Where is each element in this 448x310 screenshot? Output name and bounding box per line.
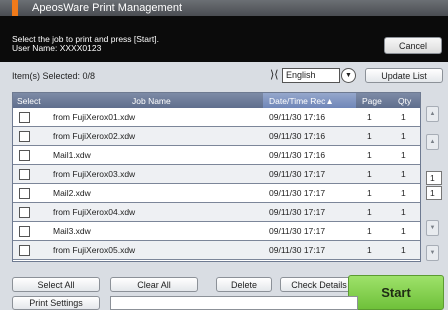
job-qty: 1 — [401, 112, 406, 122]
job-table: Select Job Name Date/Time Rec▲ Page Qty … — [12, 92, 421, 262]
job-name: from FujiXerox05.xdw — [53, 245, 136, 255]
select-all-button[interactable]: Select All — [12, 277, 100, 292]
job-qty: 1 — [401, 188, 406, 198]
language-select[interactable]: English — [282, 68, 340, 83]
items-selected-count: Item(s) Selected: 0/8 — [12, 71, 96, 81]
clear-all-button[interactable]: Clear All — [110, 277, 198, 292]
row-checkbox[interactable] — [19, 169, 30, 180]
job-date: 09/11/30 17:16 — [269, 131, 326, 141]
scroll-down-icon[interactable]: ▼ — [426, 220, 439, 236]
scroll-bottom-icon[interactable]: ▼ — [426, 245, 439, 261]
job-page: 1 — [367, 188, 372, 198]
language-icon: ⟩⟨ — [270, 69, 279, 81]
job-date: 09/11/30 17:17 — [269, 207, 326, 217]
brand-accent — [12, 0, 18, 16]
table-row[interactable]: Mail3.xdw 09/11/30 17:17 1 1 — [13, 222, 420, 241]
job-page: 1 — [367, 150, 372, 160]
app-title: ApeosWare Print Management — [32, 2, 182, 14]
job-page: 1 — [367, 245, 372, 255]
job-page: 1 — [367, 207, 372, 217]
job-name: from FujiXerox02.xdw — [53, 131, 136, 141]
row-checkbox[interactable] — [19, 245, 30, 256]
job-qty: 1 — [401, 169, 406, 179]
job-page: 1 — [367, 131, 372, 141]
job-qty: 1 — [401, 226, 406, 236]
table-row[interactable]: from FujiXerox03.xdw 09/11/30 17:17 1 1 — [13, 165, 420, 184]
row-checkbox[interactable] — [19, 188, 30, 199]
row-checkbox[interactable] — [19, 112, 30, 123]
info-bar: Select the job to print and press [Start… — [0, 16, 448, 62]
scroll-top-icon[interactable]: ▲ — [426, 106, 439, 122]
print-settings-button[interactable]: Print Settings — [12, 296, 100, 310]
update-list-button[interactable]: Update List — [365, 68, 443, 83]
job-page: 1 — [367, 169, 372, 179]
user-name-text: User Name: XXXX0123 — [12, 43, 102, 53]
scroll-up-icon[interactable]: ▲ — [426, 134, 439, 150]
job-name: Mail1.xdw — [53, 150, 91, 160]
row-checkbox[interactable] — [19, 150, 30, 161]
job-qty: 1 — [401, 150, 406, 160]
start-button[interactable]: Start — [348, 275, 444, 310]
job-date: 09/11/30 17:17 — [269, 169, 326, 179]
job-date: 09/11/30 17:16 — [269, 150, 326, 160]
table-header: Select Job Name Date/Time Rec▲ Page Qty — [13, 93, 420, 108]
delete-button[interactable]: Delete — [216, 277, 272, 292]
row-checkbox[interactable] — [19, 131, 30, 142]
job-qty: 1 — [401, 131, 406, 141]
header-date-time[interactable]: Date/Time Rec▲ — [269, 96, 334, 106]
header-select: Select — [17, 96, 41, 106]
message-field — [110, 296, 358, 310]
table-row[interactable]: from FujiXerox04.xdw 09/11/30 17:17 1 1 — [13, 203, 420, 222]
table-row[interactable]: from FujiXerox05.xdw 09/11/30 17:17 1 1 — [13, 241, 420, 260]
table-row[interactable]: from FujiXerox01.xdw 09/11/30 17:16 1 1 — [13, 108, 420, 127]
job-date: 09/11/30 17:17 — [269, 226, 326, 236]
row-checkbox[interactable] — [19, 226, 30, 237]
job-name: from FujiXerox04.xdw — [53, 207, 136, 217]
header-job-name[interactable]: Job Name — [132, 96, 171, 106]
job-name: from FujiXerox01.xdw — [53, 112, 136, 122]
job-name: Mail2.xdw — [53, 188, 91, 198]
page-total: 1 — [426, 186, 442, 200]
job-page: 1 — [367, 226, 372, 236]
chevron-down-icon[interactable]: ▼ — [341, 68, 356, 83]
job-date: 09/11/30 17:17 — [269, 188, 326, 198]
page-current: 1 — [426, 171, 442, 185]
job-name: from FujiXerox03.xdw — [53, 169, 136, 179]
table-row[interactable]: from FujiXerox02.xdw 09/11/30 17:16 1 1 — [13, 127, 420, 146]
job-name: Mail3.xdw — [53, 226, 91, 236]
job-page: 1 — [367, 112, 372, 122]
cancel-button[interactable]: Cancel — [384, 37, 442, 54]
table-row[interactable]: Mail1.xdw 09/11/30 17:16 1 1 — [13, 146, 420, 165]
job-date: 09/11/30 17:16 — [269, 112, 326, 122]
job-date: 09/11/30 17:17 — [269, 245, 326, 255]
job-qty: 1 — [401, 245, 406, 255]
table-row[interactable]: Mail2.xdw 09/11/30 17:17 1 1 — [13, 184, 420, 203]
job-qty: 1 — [401, 207, 406, 217]
title-bar: ApeosWare Print Management — [0, 0, 448, 16]
row-checkbox[interactable] — [19, 207, 30, 218]
check-details-button[interactable]: Check Details — [280, 277, 358, 292]
header-qty[interactable]: Qty — [398, 96, 411, 106]
header-page[interactable]: Page — [362, 96, 382, 106]
